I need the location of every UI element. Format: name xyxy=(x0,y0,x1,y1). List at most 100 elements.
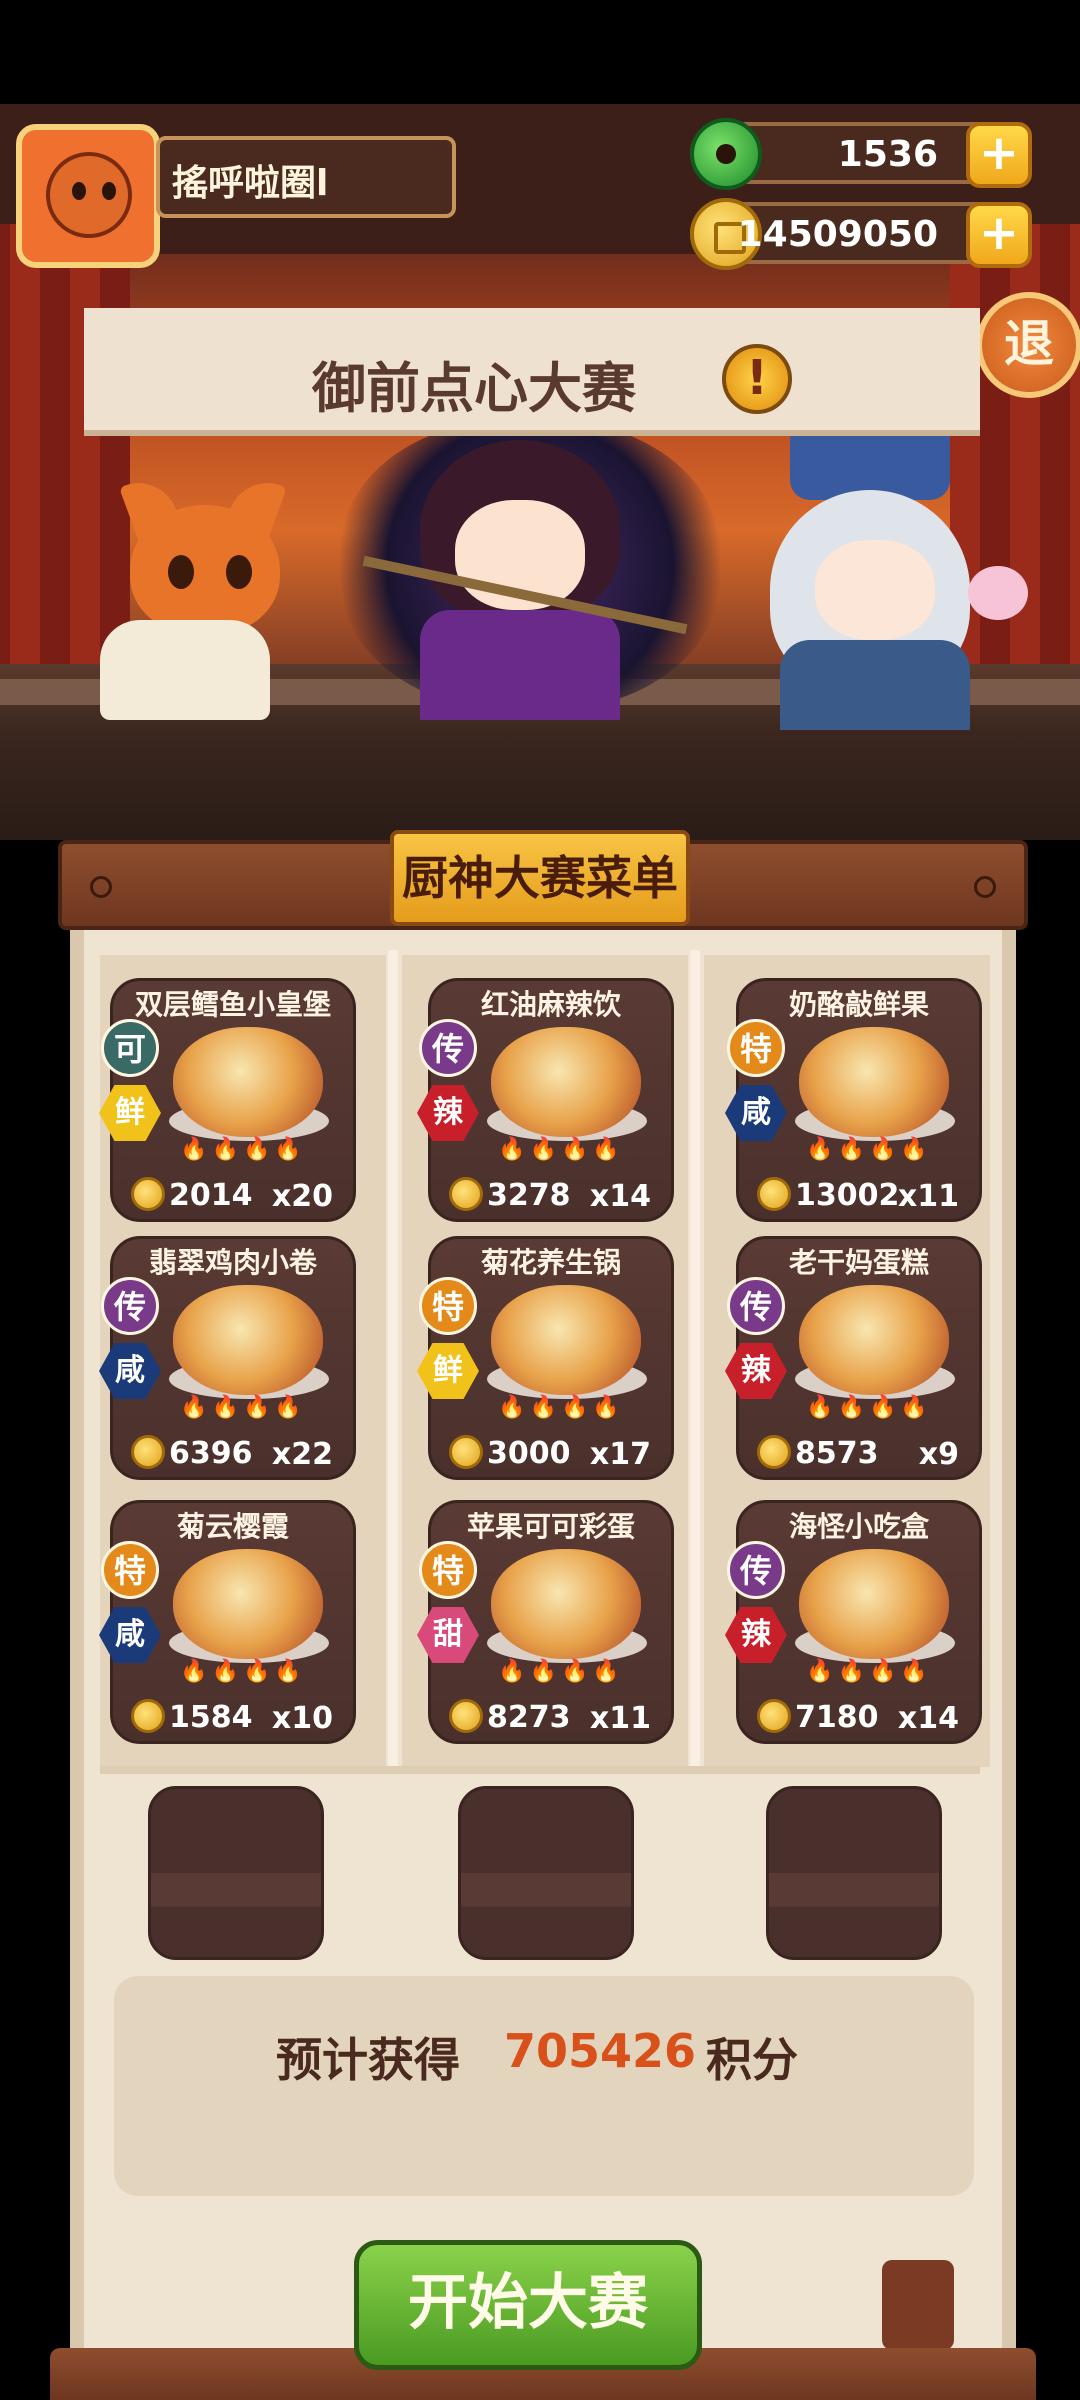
avatar-eye xyxy=(72,182,86,200)
start-contest-button[interactable]: 开始大赛 xyxy=(354,2240,702,2370)
dish-price: 6396 xyxy=(131,1435,253,1471)
judge-face xyxy=(815,540,935,640)
coin-icon xyxy=(131,1699,165,1733)
dish-price: 3278 xyxy=(449,1177,571,1213)
jade-icon xyxy=(690,118,762,190)
grade-badge: 特 xyxy=(101,1541,159,1599)
add-jade-button[interactable]: + xyxy=(966,122,1032,188)
empty-dish-slot[interactable] xyxy=(458,1786,634,1960)
dish-card[interactable]: 苹果可可彩蛋 特 甜 🔥🔥🔥🔥 8273 x11 xyxy=(417,1500,674,1744)
dish-image xyxy=(799,1027,949,1137)
column-divider xyxy=(690,950,700,1770)
dish-quantity: x14 xyxy=(589,1179,651,1214)
menu-title: 厨神大赛菜单 xyxy=(390,830,690,926)
dish-price: 8573 xyxy=(757,1435,879,1471)
coin-icon xyxy=(757,1435,791,1469)
avatar-eye xyxy=(102,182,116,200)
lotus-flower xyxy=(968,566,1028,620)
price-value: 8273 xyxy=(487,1700,571,1735)
bolt-icon xyxy=(90,876,112,898)
add-coins-button[interactable]: + xyxy=(966,202,1032,268)
dish-price: 7180 xyxy=(757,1699,879,1735)
dish-image xyxy=(491,1027,641,1137)
dish-card[interactable]: 海怪小吃盒 传 辣 🔥🔥🔥🔥 7180 x14 xyxy=(725,1500,982,1744)
judge-body xyxy=(780,640,970,730)
grade-badge: 传 xyxy=(727,1277,785,1335)
grade-badge: 传 xyxy=(727,1541,785,1599)
coin-icon xyxy=(757,1177,791,1211)
price-value: 2014 xyxy=(169,1178,253,1213)
avatar-face xyxy=(46,152,132,238)
price-value: 7180 xyxy=(795,1700,879,1735)
flame-rating: 🔥🔥🔥🔥 xyxy=(498,1137,624,1162)
dish-quantity: x11 xyxy=(897,1179,959,1214)
alert-icon[interactable]: ! xyxy=(722,344,792,414)
dish-image xyxy=(491,1549,641,1659)
coin-icon xyxy=(131,1435,165,1469)
dish-price: 3000 xyxy=(449,1435,571,1471)
dish-card[interactable]: 菊花养生锅 特 鲜 🔥🔥🔥🔥 3000 x17 xyxy=(417,1236,674,1480)
price-value: 1584 xyxy=(169,1700,253,1735)
dish-image xyxy=(491,1285,641,1395)
estimated-score-panel: 预计获得 705426 积分 xyxy=(114,1976,974,2196)
board-edge xyxy=(70,930,84,2400)
event-banner: 御前点心大赛 ! xyxy=(84,308,980,436)
price-value: 3000 xyxy=(487,1436,571,1471)
board-edge xyxy=(1002,930,1016,2400)
empty-dish-slot[interactable] xyxy=(148,1786,324,1960)
dish-quantity: x14 xyxy=(897,1701,959,1736)
score-unit: 积分 xyxy=(706,2033,798,2087)
dish-card[interactable]: 红油麻辣饮 传 辣 🔥🔥🔥🔥 3278 x14 xyxy=(417,978,674,1222)
coin-value: 14509050 xyxy=(737,214,938,255)
dish-price: 8273 xyxy=(449,1699,571,1735)
dish-name: 菊云樱霞 xyxy=(176,1510,289,1543)
jade-value: 1536 xyxy=(837,134,938,175)
dish-quantity: x9 xyxy=(918,1437,959,1472)
price-value: 13002 xyxy=(795,1178,900,1213)
dish-image xyxy=(173,1549,323,1659)
flame-rating: 🔥🔥🔥🔥 xyxy=(180,1395,306,1420)
price-value: 6396 xyxy=(169,1436,253,1471)
price-value: 8573 xyxy=(795,1436,879,1471)
player-avatar[interactable] xyxy=(16,124,160,268)
coin-counter: 14509050 + xyxy=(690,198,1032,270)
dish-name: 红油麻辣饮 xyxy=(480,988,621,1021)
grade-badge: 可 xyxy=(101,1019,159,1077)
flame-rating: 🔥🔥🔥🔥 xyxy=(498,1395,624,1420)
column-divider xyxy=(388,950,398,1770)
dish-name: 翡翠鸡肉小卷 xyxy=(148,1246,317,1279)
dish-quantity: x10 xyxy=(271,1701,333,1736)
dish-card[interactable]: 双层鳕鱼小皇堡 可 鲜 🔥🔥🔥🔥 2014 x20 xyxy=(99,978,356,1222)
grade-badge: 特 xyxy=(419,1541,477,1599)
empty-dish-slot[interactable] xyxy=(766,1786,942,1960)
dish-price: 13002 xyxy=(757,1177,899,1213)
dish-card[interactable]: 老干妈蛋糕 传 辣 🔥🔥🔥🔥 8573 x9 xyxy=(725,1236,982,1480)
divider xyxy=(100,1766,980,1774)
dish-name: 苹果可可彩蛋 xyxy=(466,1510,635,1543)
fox-chef-eye xyxy=(168,555,194,589)
fox-chef-body xyxy=(100,620,270,720)
jade-counter: 1536 + xyxy=(690,118,1032,190)
player-name: 搖呼啦圈l xyxy=(172,163,329,204)
flame-rating: 🔥🔥🔥🔥 xyxy=(180,1659,306,1684)
dish-name: 菊花养生锅 xyxy=(480,1246,621,1279)
coin-icon xyxy=(449,1699,483,1733)
fox-chef-character xyxy=(130,505,280,635)
coin-icon xyxy=(449,1177,483,1211)
exit-button[interactable]: 退 xyxy=(976,292,1080,398)
flame-rating: 🔥🔥🔥🔥 xyxy=(498,1659,624,1684)
dish-image xyxy=(173,1027,323,1137)
score-value: 705426 xyxy=(504,2024,697,2078)
grade-badge: 特 xyxy=(419,1277,477,1335)
bolt-icon xyxy=(974,876,996,898)
score-label: 预计获得 xyxy=(276,2033,460,2087)
warrior-body xyxy=(420,610,620,720)
dish-card[interactable]: 翡翠鸡肉小卷 传 咸 🔥🔥🔥🔥 6396 x22 xyxy=(99,1236,356,1480)
dish-card[interactable]: 菊云樱霞 特 咸 🔥🔥🔥🔥 1584 x10 xyxy=(99,1500,356,1744)
flame-rating: 🔥🔥🔥🔥 xyxy=(806,1137,932,1162)
grade-badge: 传 xyxy=(101,1277,159,1335)
knife-block-decoration xyxy=(882,2260,954,2350)
dish-name: 奶酪敲鲜果 xyxy=(788,988,929,1021)
flame-rating: 🔥🔥🔥🔥 xyxy=(806,1659,932,1684)
dish-card[interactable]: 奶酪敲鲜果 特 咸 🔥🔥🔥🔥 13002 x11 xyxy=(725,978,982,1222)
